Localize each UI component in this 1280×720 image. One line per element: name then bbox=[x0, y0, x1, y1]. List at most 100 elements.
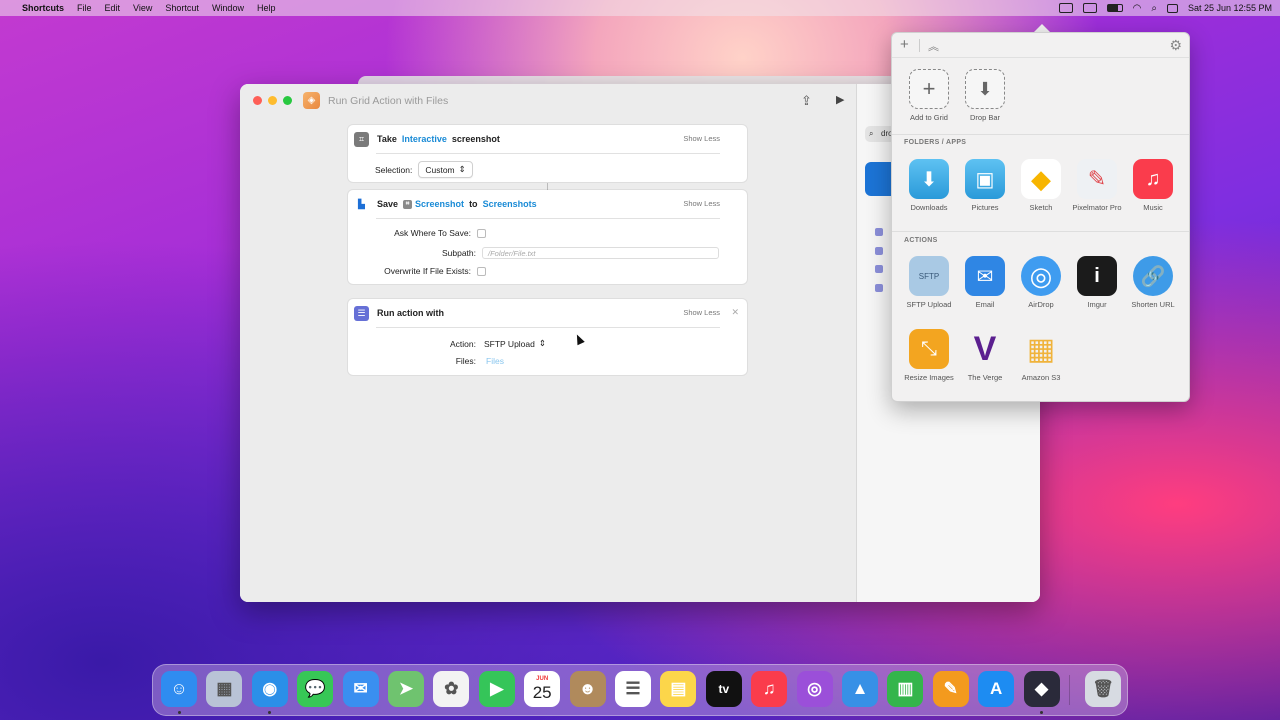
overwrite-checkbox[interactable] bbox=[477, 266, 486, 276]
ask-where-checkbox[interactable] bbox=[477, 228, 486, 238]
subpath-label: Subpath: bbox=[441, 248, 476, 258]
dock-mail-icon[interactable]: ✉ bbox=[342, 671, 379, 707]
dock-reminders-icon[interactable]: ☰ bbox=[615, 671, 651, 707]
ask-where-label: Ask Where To Save: bbox=[394, 228, 471, 238]
dropzone-action-icon: ☰ bbox=[354, 305, 369, 321]
sketch-tile[interactable]: ◆ Sketch bbox=[1013, 159, 1069, 212]
control-center-icon[interactable] bbox=[1166, 3, 1178, 13]
menu-window[interactable]: Window bbox=[212, 3, 244, 13]
menu-help[interactable]: Help bbox=[257, 3, 276, 13]
menu-shortcut[interactable]: Shortcut bbox=[165, 3, 199, 13]
screenshot-variable-token[interactable]: ⌗ Screenshot bbox=[403, 199, 464, 209]
airdrop-tile[interactable]: ◎ AirDrop bbox=[1013, 256, 1069, 309]
share-icon[interactable]: ⇪ bbox=[801, 93, 812, 109]
dock-pages-icon[interactable]: ✎ bbox=[932, 671, 969, 707]
dock-notes-icon[interactable]: ▤ bbox=[660, 671, 697, 707]
dock-tv-icon[interactable]: tv bbox=[705, 671, 742, 707]
menu-view[interactable]: View bbox=[133, 3, 152, 13]
screenshots-folder-token[interactable]: Screenshots bbox=[483, 199, 537, 209]
amazon-s3-tile[interactable]: ▦ Amazon S3 bbox=[1013, 329, 1069, 383]
subpath-input[interactable]: /Folder/File.txt bbox=[482, 247, 719, 259]
email-tile[interactable]: ✉ Email bbox=[957, 256, 1013, 309]
dock-calendar-icon[interactable]: JUN 25 bbox=[524, 671, 561, 707]
library-result-icon[interactable] bbox=[875, 228, 883, 236]
pictures-tile[interactable]: ▣ Pictures bbox=[957, 159, 1013, 212]
mail-icon: ✉ bbox=[965, 256, 1005, 296]
run-play-icon[interactable]: ▶ bbox=[836, 93, 844, 106]
menubar-clock[interactable]: Sat 25 Jun 12:55 PM bbox=[1188, 3, 1272, 13]
dock-contacts-icon[interactable]: ☻ bbox=[569, 671, 606, 707]
menu-file[interactable]: File bbox=[77, 3, 92, 13]
tile-label: Imgur bbox=[1087, 300, 1107, 309]
close-window-button[interactable] bbox=[253, 96, 262, 105]
menu-edit[interactable]: Edit bbox=[105, 3, 121, 13]
minimize-window-button[interactable] bbox=[268, 96, 277, 105]
pixelmator-tile[interactable]: ✎ Pixelmator Pro bbox=[1069, 159, 1125, 212]
dock-launchpad-icon[interactable]: ▦ bbox=[206, 671, 243, 707]
library-result-icon[interactable] bbox=[875, 265, 883, 273]
search-icon[interactable]: ⌕ bbox=[1151, 3, 1157, 14]
files-variable-token[interactable]: Files bbox=[486, 356, 504, 366]
s3-icon: ▦ bbox=[1026, 332, 1056, 366]
dropzone-menubar-icon[interactable] bbox=[1058, 3, 1073, 13]
music-tile[interactable]: ♫ Music bbox=[1125, 159, 1181, 212]
imgur-tile[interactable]: i Imgur bbox=[1069, 256, 1125, 309]
dock-shortcuts-icon[interactable]: ◆ bbox=[1023, 671, 1060, 707]
action-save-file: ▙ Save ⌗ Screenshot to Screenshots Show L… bbox=[348, 190, 747, 284]
action-value: SFTP Upload bbox=[484, 338, 535, 349]
add-icon[interactable]: + bbox=[900, 36, 909, 53]
drop-bar-tile[interactable]: ⬇ Drop Bar bbox=[957, 69, 1013, 122]
dock-music-icon[interactable]: ♫ bbox=[751, 671, 788, 707]
resize-images-tile[interactable]: ⤡ Resize Images bbox=[901, 329, 957, 382]
dock-podcasts-icon[interactable]: ◎ bbox=[796, 671, 833, 707]
shortcut-icon[interactable]: ◈ bbox=[303, 92, 320, 109]
dock-facetime-icon[interactable]: ▶ bbox=[478, 671, 515, 707]
selection-select[interactable]: Custom ⇕ bbox=[418, 161, 473, 178]
action-select[interactable]: SFTP Upload ⇕ bbox=[482, 336, 548, 351]
dock-numbers-icon[interactable]: ▥ bbox=[887, 671, 924, 707]
pixelmator-icon: ✎ bbox=[1077, 159, 1117, 199]
running-indicator bbox=[1040, 711, 1044, 714]
divider bbox=[892, 134, 1189, 135]
wifi-icon[interactable]: ◠ bbox=[1133, 3, 1142, 14]
window-title[interactable]: Run Grid Action with Files bbox=[328, 95, 448, 107]
dock: ☺ ▦ ◉ 💬 ✉ ➤ ✿ ▶ JUN 25 ☻ ☰ ▤ tv ♫ ◎ ▲ ▥ ✎ A ◆ 🗑 bbox=[152, 664, 1128, 716]
tile-label: Add to Grid bbox=[910, 113, 948, 122]
add-to-grid-tile[interactable]: + Add to Grid bbox=[901, 69, 957, 122]
action-joiner-to: to bbox=[469, 199, 478, 209]
interactive-token[interactable]: Interactive bbox=[402, 134, 447, 144]
dock-messages-icon[interactable]: 💬 bbox=[297, 671, 334, 707]
library-result-icon[interactable] bbox=[875, 247, 883, 255]
sftp-icon: SFTP bbox=[909, 256, 949, 296]
dock-keynote-icon[interactable]: ▲ bbox=[842, 671, 878, 707]
show-less-button[interactable]: Show Less bbox=[683, 308, 720, 317]
the-verge-tile[interactable]: V The Verge bbox=[957, 329, 1013, 383]
library-result-icon[interactable] bbox=[875, 284, 883, 292]
calendar-month: JUN bbox=[536, 676, 549, 682]
dock-photos-icon[interactable]: ✿ bbox=[433, 671, 470, 707]
running-indicator bbox=[177, 711, 181, 714]
pictures-folder-icon: ▣ bbox=[965, 159, 1005, 199]
screen-record-icon[interactable] bbox=[1082, 3, 1097, 13]
divider bbox=[892, 231, 1189, 232]
menu-app-name[interactable]: Shortcuts bbox=[22, 3, 64, 13]
dock-app-store-icon[interactable]: A bbox=[978, 671, 1015, 707]
dock-safari-icon[interactable]: ◉ bbox=[251, 671, 288, 707]
dock-finder-icon[interactable]: ☺ bbox=[161, 671, 197, 707]
sftp-upload-tile[interactable]: SFTP SFTP Upload bbox=[901, 256, 957, 309]
folders-apps-header: FOLDERS / APPS bbox=[904, 139, 967, 146]
dock-trash-icon[interactable]: 🗑 bbox=[1085, 671, 1121, 707]
remove-action-icon[interactable]: ✕ bbox=[731, 307, 739, 318]
show-less-button[interactable]: Show Less bbox=[683, 134, 720, 143]
dock-maps-icon[interactable]: ➤ bbox=[388, 671, 424, 707]
battery-icon[interactable] bbox=[1106, 4, 1123, 12]
show-less-button[interactable]: Show Less bbox=[683, 199, 720, 208]
collapse-icon[interactable]: ︽ bbox=[928, 38, 939, 54]
gear-icon[interactable]: ⚙ bbox=[1169, 37, 1182, 54]
zoom-window-button[interactable] bbox=[283, 96, 292, 105]
files-label: Files: bbox=[455, 356, 476, 366]
verge-icon: V bbox=[973, 329, 997, 368]
downloads-tile[interactable]: ⬇ Downloads bbox=[901, 159, 957, 212]
running-indicator bbox=[268, 711, 272, 714]
shorten-url-tile[interactable]: 🔗 Shorten URL bbox=[1125, 256, 1181, 309]
